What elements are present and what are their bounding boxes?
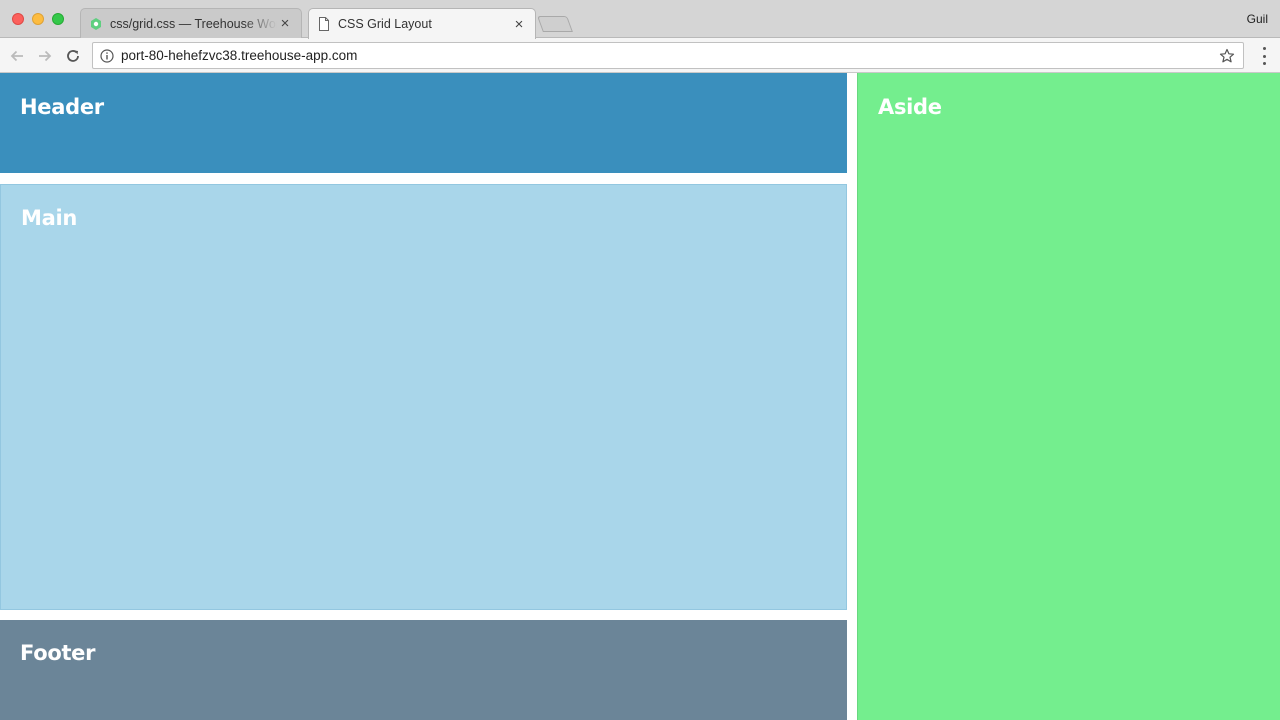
aside-region: Aside xyxy=(857,73,1280,720)
main-heading: Main xyxy=(21,206,78,230)
footer-region: Footer xyxy=(0,620,847,720)
treehouse-icon xyxy=(89,17,103,31)
close-icon[interactable]: × xyxy=(277,15,293,32)
profile-name[interactable]: Guil xyxy=(1247,12,1268,26)
main-region: Main xyxy=(0,184,847,610)
tab-label: css/grid.css — Treehouse Workspaces xyxy=(110,16,277,31)
tab-grid-css[interactable]: css/grid.css — Treehouse Workspaces × xyxy=(80,8,302,38)
back-arrow-icon[interactable] xyxy=(6,45,28,67)
maximize-window-button[interactable] xyxy=(52,13,64,25)
browser-menu-icon[interactable] xyxy=(1256,47,1272,65)
url-text[interactable]: port-80-hehefzvc38.treehouse-app.com xyxy=(121,48,1217,63)
footer-heading: Footer xyxy=(20,641,96,665)
browser-toolbar: port-80-hehefzvc38.treehouse-app.com xyxy=(0,38,1280,73)
forward-arrow-icon[interactable] xyxy=(34,45,56,67)
browser-titlebar: css/grid.css — Treehouse Workspaces × CS… xyxy=(0,0,1280,39)
header-region: Header xyxy=(0,73,847,173)
minimize-window-button[interactable] xyxy=(32,13,44,25)
address-bar[interactable]: port-80-hehefzvc38.treehouse-app.com xyxy=(92,42,1244,69)
bookmark-star-icon[interactable] xyxy=(1217,46,1237,66)
document-icon xyxy=(317,17,331,31)
tab-css-grid-layout[interactable]: CSS Grid Layout × xyxy=(308,8,536,39)
header-heading: Header xyxy=(20,95,104,119)
page-viewport: Header Main Footer Aside xyxy=(0,73,1280,720)
close-icon[interactable]: × xyxy=(511,16,527,33)
close-window-button[interactable] xyxy=(12,13,24,25)
aside-heading: Aside xyxy=(878,95,942,119)
tab-label: CSS Grid Layout xyxy=(338,17,432,31)
info-icon[interactable] xyxy=(99,48,115,64)
new-tab-button[interactable] xyxy=(537,16,573,32)
reload-icon[interactable] xyxy=(62,45,84,67)
